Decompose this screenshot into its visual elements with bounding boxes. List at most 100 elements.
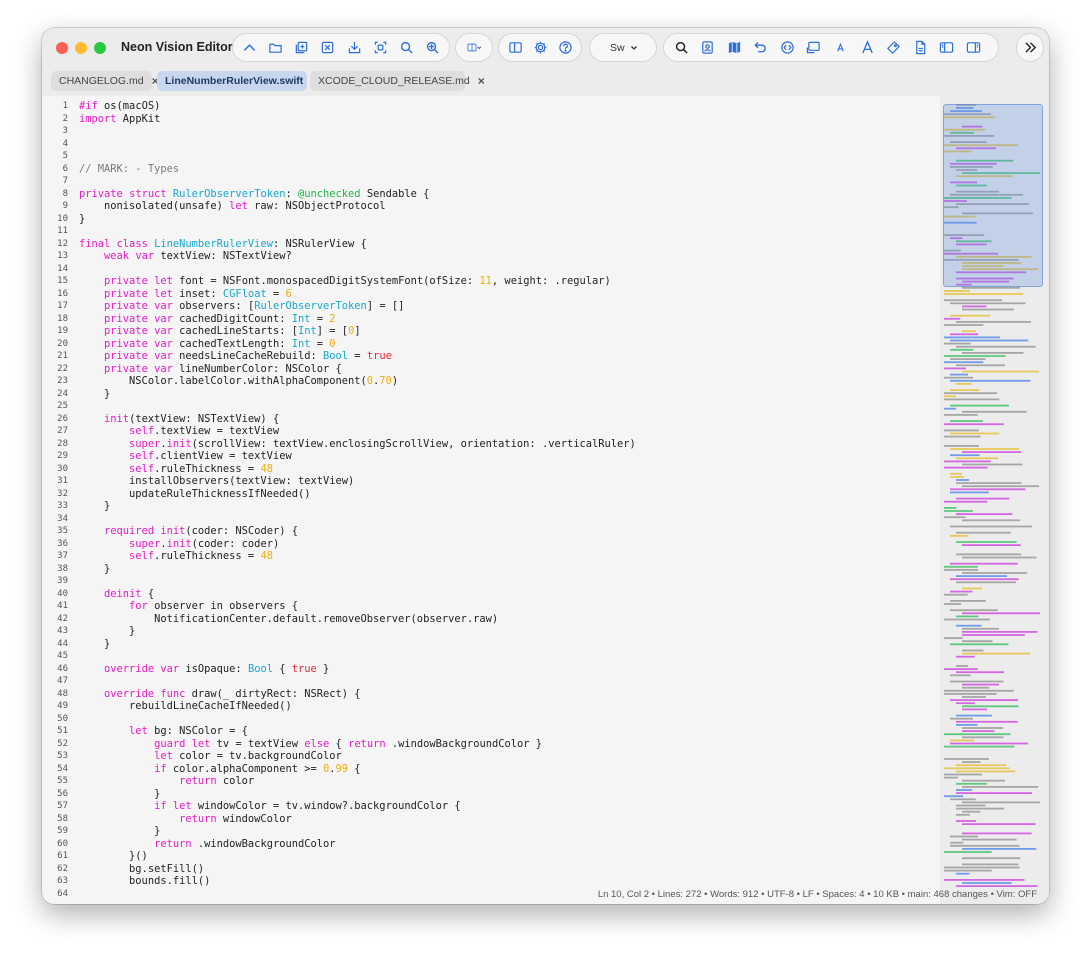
folder-icon[interactable] — [265, 37, 286, 59]
left-panel-icon[interactable] — [936, 37, 958, 59]
minimap-line — [944, 516, 966, 519]
minimap-line — [944, 376, 974, 379]
terminal-icon[interactable] — [803, 37, 825, 59]
gear-icon[interactable] — [530, 37, 550, 59]
code-area[interactable]: #if os(macOS) import AppKit // MARK: - Ty… — [79, 100, 937, 900]
code-line: let bg: NSColor = { — [129, 725, 248, 737]
close-icon[interactable]: × — [478, 74, 485, 88]
minimap-line — [950, 302, 1026, 305]
minimap-line — [962, 786, 1039, 788]
sidebar-icon[interactable] — [505, 37, 525, 59]
minimap-line — [944, 392, 998, 395]
minimap-line — [944, 407, 957, 410]
code-line: return color — [179, 775, 255, 787]
overflow-menu-button[interactable] — [1016, 33, 1044, 62]
code-editor[interactable]: 1 2 3 4 5 6 7 8 9 10 11 12 13 14 15 16 17 18 19 20 21 22 23 24 2… — [42, 96, 1049, 904]
code-line: private var cachedDigitCount: Int = 2 — [104, 312, 336, 325]
minimap-line — [956, 764, 1007, 767]
minimap-line — [962, 779, 1005, 782]
tab-line-number-ruler-view[interactable]: LineNumberRulerView.swift × — [157, 71, 318, 91]
map-icon[interactable] — [723, 37, 745, 59]
zoom-window-button[interactable] — [94, 42, 106, 54]
tab-changelog[interactable]: CHANGELOG.md × — [51, 71, 159, 91]
right-panel-icon[interactable] — [963, 37, 985, 59]
arrow-up-icon[interactable] — [239, 37, 260, 59]
code-icon[interactable] — [776, 37, 798, 59]
minimap-line — [950, 844, 1020, 847]
line-number: 5 — [62, 151, 68, 161]
minimap-line — [962, 736, 1004, 739]
tab-xcode-cloud-release[interactable]: XCODE_CLOUD_RELEASE.md × — [310, 71, 485, 91]
line-number: 16 — [57, 288, 68, 299]
code-line: }() — [79, 850, 148, 862]
zoom-in-icon[interactable] — [422, 37, 443, 59]
layout-toolbar — [455, 33, 493, 62]
minimap-line — [956, 782, 988, 785]
minimap-line — [944, 466, 988, 469]
help-icon[interactable] — [555, 37, 575, 59]
minimap-line — [950, 674, 971, 677]
language-selector[interactable]: Sw — [589, 33, 657, 62]
minimap-line — [962, 308, 1014, 311]
minimap-line — [950, 333, 979, 336]
scan-icon[interactable] — [370, 37, 391, 59]
minimap-line — [950, 578, 1019, 581]
search-icon[interactable] — [396, 37, 417, 59]
minimap-line — [950, 448, 1020, 450]
minimap-line — [962, 838, 1017, 841]
minimap-line — [956, 655, 975, 658]
line-number: 26 — [57, 413, 68, 424]
line-number: 38 — [57, 563, 68, 574]
font-smaller-icon[interactable] — [830, 37, 852, 59]
minimap-line — [944, 324, 984, 326]
minimap-line — [950, 488, 1026, 491]
chevron-down-icon — [630, 39, 638, 57]
minimap-line — [944, 398, 1000, 401]
minimap-line — [944, 395, 957, 398]
minimap-line — [950, 404, 1009, 407]
line-number: 63 — [57, 876, 68, 886]
minimap-line — [956, 383, 972, 385]
code-line: } — [79, 625, 136, 637]
code-line: override func draw(_ dirtyRect: NSRect) … — [104, 687, 361, 700]
document-icon[interactable] — [909, 37, 931, 59]
line-number: 36 — [57, 538, 68, 549]
code-line: self.ruleThickness = 48 — [129, 462, 273, 475]
minimap-line — [944, 866, 1020, 869]
minimap-line — [956, 872, 970, 875]
minimap-line — [944, 500, 988, 503]
line-number: 12 — [57, 238, 68, 249]
code-line: deinit { — [104, 587, 155, 600]
download-icon[interactable] — [344, 37, 365, 59]
code-line: return windowColor — [179, 812, 292, 825]
minimap-line — [950, 420, 983, 422]
file-actions-toolbar — [232, 33, 450, 62]
close-file-icon[interactable] — [317, 37, 338, 59]
language-selector-label: Sw — [610, 41, 625, 54]
close-window-button[interactable] — [56, 42, 68, 54]
preview-icon[interactable] — [697, 37, 719, 59]
minimap-line — [944, 603, 961, 605]
minimap-line — [944, 879, 1025, 881]
minimap-viewport[interactable] — [943, 104, 1043, 287]
minimap-line — [962, 652, 1031, 655]
new-document-icon[interactable] — [291, 37, 312, 59]
search-icon[interactable] — [670, 37, 692, 59]
code-line: NotificationCenter.default.removeObserve… — [79, 612, 499, 625]
minimap-line — [944, 367, 966, 370]
minimap-line — [950, 476, 965, 478]
minimize-window-button[interactable] — [75, 42, 87, 54]
minimap[interactable] — [940, 96, 1049, 904]
minimap-line — [950, 739, 975, 742]
font-larger-icon[interactable] — [856, 37, 878, 59]
split-view-icon[interactable] — [460, 37, 488, 59]
code-line: } — [79, 562, 111, 575]
tag-icon[interactable] — [883, 37, 905, 59]
undo-icon[interactable] — [750, 37, 772, 59]
code-line: if let windowColor = tv.window?.backgrou… — [154, 800, 461, 812]
